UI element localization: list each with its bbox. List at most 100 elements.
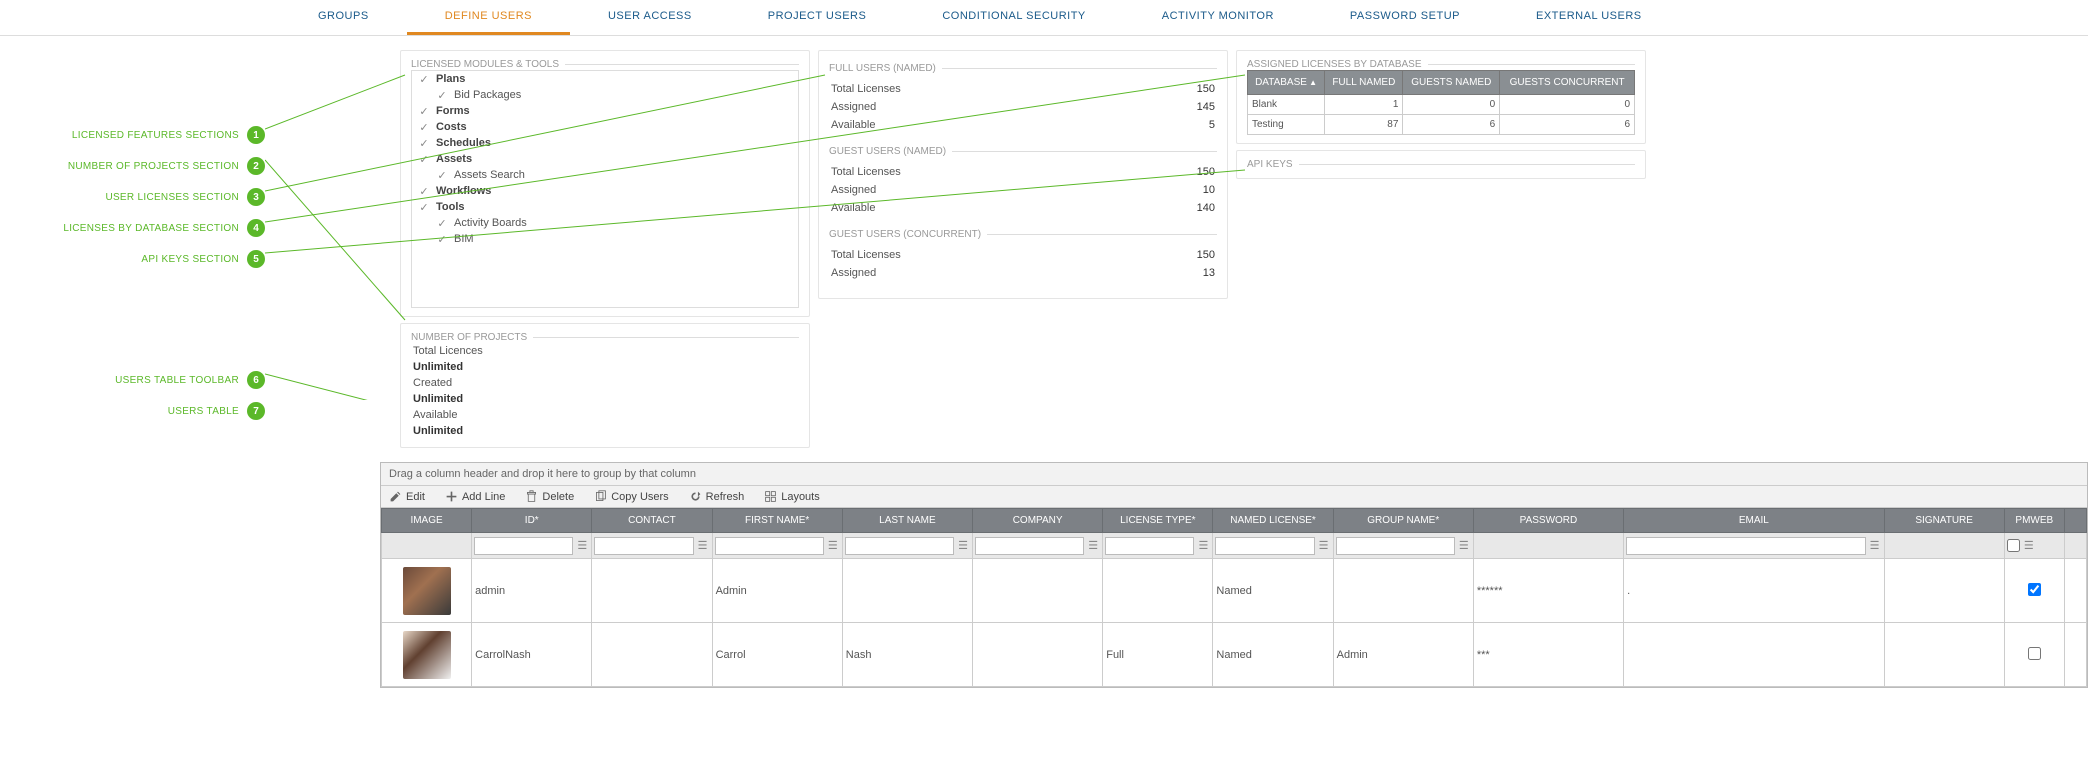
stat-key: Total Licenses (831, 249, 901, 261)
btn-label: Edit (406, 491, 425, 503)
filter-icon[interactable]: ☰ (696, 539, 710, 552)
table-row[interactable]: adminAdminNamed******. (382, 559, 2087, 623)
trash-icon (525, 490, 538, 503)
filter-icon[interactable]: ☰ (1317, 539, 1331, 552)
filter-icon[interactable]: ☰ (956, 539, 970, 552)
filter-icon[interactable]: ☰ (575, 539, 589, 552)
cell-image (382, 623, 472, 687)
pmweb-check[interactable] (2028, 647, 2041, 660)
check-icon: ✓ (418, 153, 430, 165)
check-icon: ✓ (436, 169, 448, 181)
table-row[interactable]: CarrolNashCarrolNashFullNamedAdmin*** (382, 623, 2087, 687)
copy-users-button[interactable]: Copy Users (594, 490, 668, 503)
filter-icon[interactable]: ☰ (1868, 539, 1882, 552)
tab-user-access[interactable]: USER ACCESS (570, 0, 730, 35)
filter-id[interactable] (474, 537, 573, 555)
tab-password-setup[interactable]: PASSWORD SETUP (1312, 0, 1498, 35)
col-guests-named[interactable]: GUESTS NAMED (1403, 71, 1500, 95)
col-guests-concurrent[interactable]: GUESTS CONCURRENT (1500, 71, 1635, 95)
filter-icon[interactable]: ☰ (2022, 539, 2036, 552)
col-company[interactable]: COMPANY (973, 509, 1103, 533)
stat-val: 150 (1197, 249, 1215, 261)
stat-key: Available (831, 202, 875, 214)
col-id[interactable]: ID* (472, 509, 592, 533)
cell-pwd: *** (1473, 623, 1623, 687)
modules-list[interactable]: ✓Plans✓Bid Packages✓Forms✓Costs✓Schedule… (411, 70, 799, 308)
module-item: ✓Schedules (412, 135, 798, 151)
callout-badge: 6 (247, 371, 265, 389)
callout-label: NUMBER OF PROJECTS SECTION (68, 161, 239, 172)
filter-last[interactable] (845, 537, 954, 555)
btn-label: Copy Users (611, 491, 668, 503)
edit-button[interactable]: Edit (389, 490, 425, 503)
col-password[interactable]: PASSWORD (1473, 509, 1623, 533)
col-group-name[interactable]: GROUP NAME* (1333, 509, 1473, 533)
filter-pmweb-check[interactable] (2007, 539, 2020, 552)
col-last-name[interactable]: LAST NAME (842, 509, 972, 533)
callout-badge: 7 (247, 402, 265, 420)
check-icon: ✓ (436, 89, 448, 101)
pmweb-check[interactable] (2028, 583, 2041, 596)
stat-key: Assigned (831, 101, 876, 113)
col-image[interactable]: IMAGE (382, 509, 472, 533)
check-icon: ✓ (436, 233, 448, 245)
tab-external-users[interactable]: EXTERNAL USERS (1498, 0, 1680, 35)
col-signature[interactable]: SIGNATURE (1884, 509, 2004, 533)
filter-icon[interactable]: ☰ (1086, 539, 1100, 552)
filter-named[interactable] (1215, 537, 1314, 555)
filter-icon[interactable]: ☰ (826, 539, 840, 552)
add-line-button[interactable]: Add Line (445, 490, 505, 503)
group-by-hint[interactable]: Drag a column header and drop it here to… (381, 463, 2087, 486)
col-email[interactable]: EMAIL (1624, 509, 1884, 533)
delete-button[interactable]: Delete (525, 490, 574, 503)
stat-val: Unlimited (413, 361, 797, 373)
filter-group[interactable] (1336, 537, 1455, 555)
filter-contact[interactable] (594, 537, 693, 555)
refresh-button[interactable]: Refresh (689, 490, 745, 503)
cell-gc: 0 (1500, 95, 1635, 115)
tab-define-users[interactable]: DEFINE USERS (407, 0, 570, 35)
tab-conditional-security[interactable]: CONDITIONAL SECURITY (904, 0, 1123, 35)
cell-pwd: ****** (1473, 559, 1623, 623)
db-licenses-table: DATABASE FULL NAMED GUESTS NAMED GUESTS … (1247, 70, 1635, 135)
filter-icon[interactable]: ☰ (1196, 539, 1210, 552)
col-contact[interactable]: CONTACT (592, 509, 712, 533)
col-pmweb[interactable]: PMWEB (2004, 509, 2064, 533)
project-stat-value: Unlimited (411, 359, 799, 375)
cell-company (973, 623, 1103, 687)
module-label: Bid Packages (454, 89, 521, 101)
tab-activity-monitor[interactable]: ACTIVITY MONITOR (1124, 0, 1312, 35)
col-named-license[interactable]: NAMED LICENSE* (1213, 509, 1333, 533)
cell-first: Admin (712, 559, 842, 623)
assigned-licenses-panel: ASSIGNED LICENSES BY DATABASE DATABASE F… (1236, 50, 1646, 144)
col-database[interactable]: DATABASE (1248, 71, 1325, 95)
filter-lic[interactable] (1105, 537, 1194, 555)
filter-icon[interactable]: ☰ (1457, 539, 1471, 552)
col-license-type[interactable]: LICENSE TYPE* (1103, 509, 1213, 533)
filter-first[interactable] (715, 537, 824, 555)
project-stat: Total Licences (411, 343, 799, 359)
check-icon: ✓ (418, 201, 430, 213)
callout-badge: 3 (247, 188, 265, 206)
check-icon: ✓ (418, 121, 430, 133)
license-stat: Total Licenses 150 (829, 246, 1217, 264)
filter-email[interactable] (1626, 537, 1865, 555)
api-keys-panel: API KEYS (1236, 150, 1646, 179)
cell-gc: 6 (1500, 115, 1635, 135)
license-stat: Assigned10 (829, 181, 1217, 199)
col-full-named[interactable]: FULL NAMED (1325, 71, 1403, 95)
stat-val: 5 (1209, 119, 1215, 131)
col-first-name[interactable]: FIRST NAME* (712, 509, 842, 533)
tab-project-users[interactable]: PROJECT USERS (730, 0, 905, 35)
module-label: Tools (436, 201, 465, 213)
license-stat: Assigned13 (829, 264, 1217, 282)
callouts-panel: LICENSED FEATURES SECTIONS1 NUMBER OF PR… (0, 120, 265, 427)
stat-val: 150 (1197, 166, 1215, 178)
callout-3: USER LICENSES SECTION3 (0, 182, 265, 212)
filter-company[interactable] (975, 537, 1084, 555)
tab-groups[interactable]: GROUPS (280, 0, 407, 35)
cell-group (1333, 559, 1473, 623)
avatar (403, 631, 451, 679)
module-item: ✓Activity Boards (412, 215, 798, 231)
layouts-button[interactable]: Layouts (764, 490, 820, 503)
